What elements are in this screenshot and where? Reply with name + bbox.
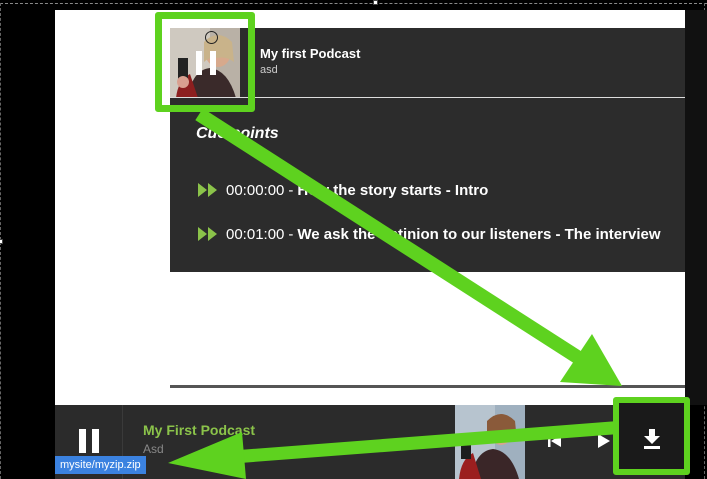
cuepoints-heading: Cue points <box>196 125 279 142</box>
audio-player-bar: My First Podcast Asd <box>55 405 685 479</box>
status-bar-url: mysite/myzip.zip <box>55 456 146 474</box>
skip-previous-icon[interactable] <box>548 434 562 448</box>
cuepoint-separator: - <box>288 181 294 199</box>
player-title[interactable]: My First Podcast <box>143 422 255 438</box>
play-icon[interactable] <box>598 434 610 448</box>
pause-icon <box>92 429 99 453</box>
pause-icon <box>79 429 86 453</box>
selection-border-top <box>0 3 707 4</box>
download-button[interactable] <box>613 397 690 475</box>
download-icon <box>644 429 660 449</box>
cuepoint-time: 00:00:00 <box>226 181 285 199</box>
podcast-title: My first Podcast <box>260 46 361 61</box>
page-divider <box>170 385 685 388</box>
fast-forward-icon <box>198 227 217 241</box>
player-subtitle: Asd <box>143 442 164 456</box>
cuepoint-title: We ask the optinion to our listeners - T… <box>297 225 661 243</box>
cuepoint-item[interactable]: 00:00:00 - How the story starts - Intro <box>198 178 488 202</box>
cuepoint-time: 00:01:00 <box>226 225 285 243</box>
podcast-page: My first Podcast asd Cue points 00:00:00… <box>55 10 685 405</box>
cuepoint-title: How the story starts - Intro <box>297 181 489 199</box>
selection-handle[interactable] <box>0 239 3 244</box>
podcast-subtitle: asd <box>260 64 278 76</box>
player-thumbnail <box>455 405 525 479</box>
player-cover-image <box>455 405 525 479</box>
cuepoint-item[interactable]: 00:01:00 - We ask the optinion to our li… <box>198 222 661 246</box>
cuepoint-separator: - <box>288 225 294 243</box>
highlight-box-thumbnail <box>155 12 255 112</box>
fast-forward-icon <box>198 183 217 197</box>
screenshot-root: My first Podcast asd Cue points 00:00:00… <box>0 0 707 479</box>
selection-handle[interactable] <box>373 0 378 5</box>
window-edge <box>685 10 707 405</box>
